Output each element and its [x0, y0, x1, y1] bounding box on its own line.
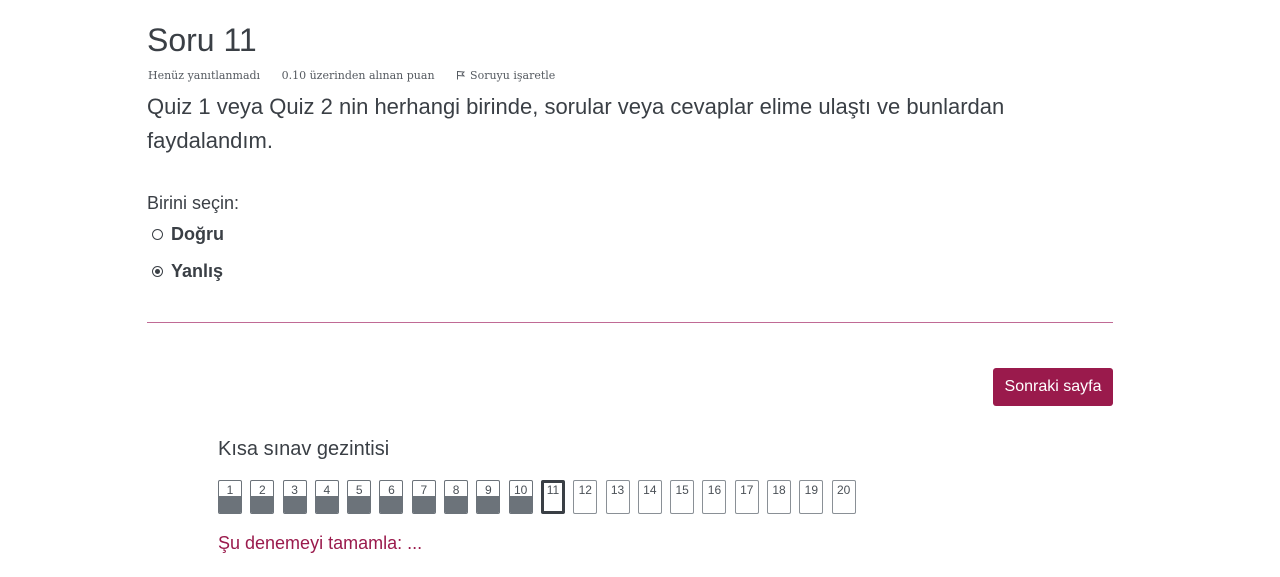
quiz-nav-button-number: 20: [836, 483, 851, 497]
quiz-nav-button[interactable]: 10: [508, 480, 533, 514]
question-status: Henüz yanıtlanmadı: [148, 69, 261, 82]
answered-indicator: [251, 496, 274, 513]
radio-button[interactable]: [152, 229, 163, 240]
answered-indicator: [348, 496, 371, 513]
question-points: 0.10 üzerinden alınan puan: [281, 69, 435, 82]
next-page-button[interactable]: Sonraki sayfa: [993, 368, 1113, 406]
quiz-page: Soru 11 Henüz yanıtlanmadı 0.10 üzerinde…: [0, 0, 1280, 577]
flag-question-label: Soruyu işaretle: [470, 69, 556, 82]
answer-option-label: Doğru: [171, 224, 224, 244]
answer-option-label: Yanlış: [171, 261, 224, 281]
answered-indicator: [283, 496, 306, 513]
answered-indicator: [477, 496, 500, 513]
quiz-nav-button[interactable]: 7: [411, 480, 436, 514]
quiz-nav-button[interactable]: 9: [476, 480, 501, 514]
radio-button-selected[interactable]: [152, 266, 163, 277]
quiz-nav-button[interactable]: 17: [734, 480, 759, 514]
question-text: Quiz 1 veya Quiz 2 nin herhangi birinde,…: [147, 94, 1005, 153]
quiz-nav-button[interactable]: 3: [282, 480, 307, 514]
quiz-nav-button-number: 16: [707, 483, 722, 497]
quiz-navigation-title: Kısa sınav gezintisi: [218, 438, 390, 460]
question-info: Henüz yanıtlanmadı 0.10 üzerinden alınan…: [148, 69, 591, 82]
quiz-nav-button-number: 17: [740, 483, 754, 497]
answered-indicator: [412, 496, 435, 513]
quiz-nav-button[interactable]: 2: [250, 480, 275, 514]
answered-indicator: [509, 496, 532, 513]
quiz-nav-button[interactable]: 20: [831, 480, 856, 514]
answered-indicator: [380, 496, 403, 513]
quiz-nav-button[interactable]: 18: [767, 480, 792, 514]
quiz-navigation-buttons: 1 2 3 4 5 6 7 8 9 10 11 12 13 14 15 16 17 18 19 20: [218, 480, 864, 514]
quiz-nav-button-number: 11: [546, 483, 560, 497]
quiz-nav-button[interactable]: 8: [444, 480, 469, 514]
finish-attempt-link[interactable]: Şu denemeyi tamamla: ...: [218, 533, 422, 554]
quiz-nav-button[interactable]: 1: [218, 480, 242, 514]
quiz-nav-button-number: 18: [772, 483, 786, 497]
flag-icon: [457, 71, 466, 80]
quiz-nav-button[interactable]: 12: [573, 480, 598, 514]
quiz-nav-button[interactable]: 11: [540, 480, 565, 514]
quiz-nav-button[interactable]: 15: [670, 480, 695, 514]
answer-option-yanlis[interactable]: Yanlış: [152, 261, 223, 282]
answered-indicator: [315, 496, 338, 513]
quiz-nav-button[interactable]: 13: [605, 480, 630, 514]
answer-prompt: Birini seçin:: [147, 193, 240, 213]
quiz-nav-button[interactable]: 16: [702, 480, 727, 514]
section-divider: [147, 322, 1113, 323]
quiz-nav-button[interactable]: 14: [637, 480, 662, 514]
quiz-nav-button-number: 15: [675, 483, 689, 497]
question-title: Soru 11: [147, 22, 257, 58]
quiz-nav-button[interactable]: 6: [379, 480, 404, 514]
quiz-nav-button[interactable]: 19: [799, 480, 824, 514]
quiz-nav-button-number: 12: [578, 483, 592, 497]
answered-indicator: [445, 496, 468, 513]
answer-option-dogru[interactable]: Doğru: [152, 224, 224, 245]
quiz-nav-button-number: 19: [804, 483, 819, 497]
quiz-nav-button-number: 14: [643, 483, 657, 497]
quiz-nav-button[interactable]: 5: [347, 480, 372, 514]
flag-question-link[interactable]: Soruyu işaretle: [456, 69, 573, 82]
quiz-nav-button-number: 13: [610, 483, 625, 497]
quiz-nav-button[interactable]: 4: [314, 480, 339, 514]
answered-indicator: [219, 496, 241, 513]
